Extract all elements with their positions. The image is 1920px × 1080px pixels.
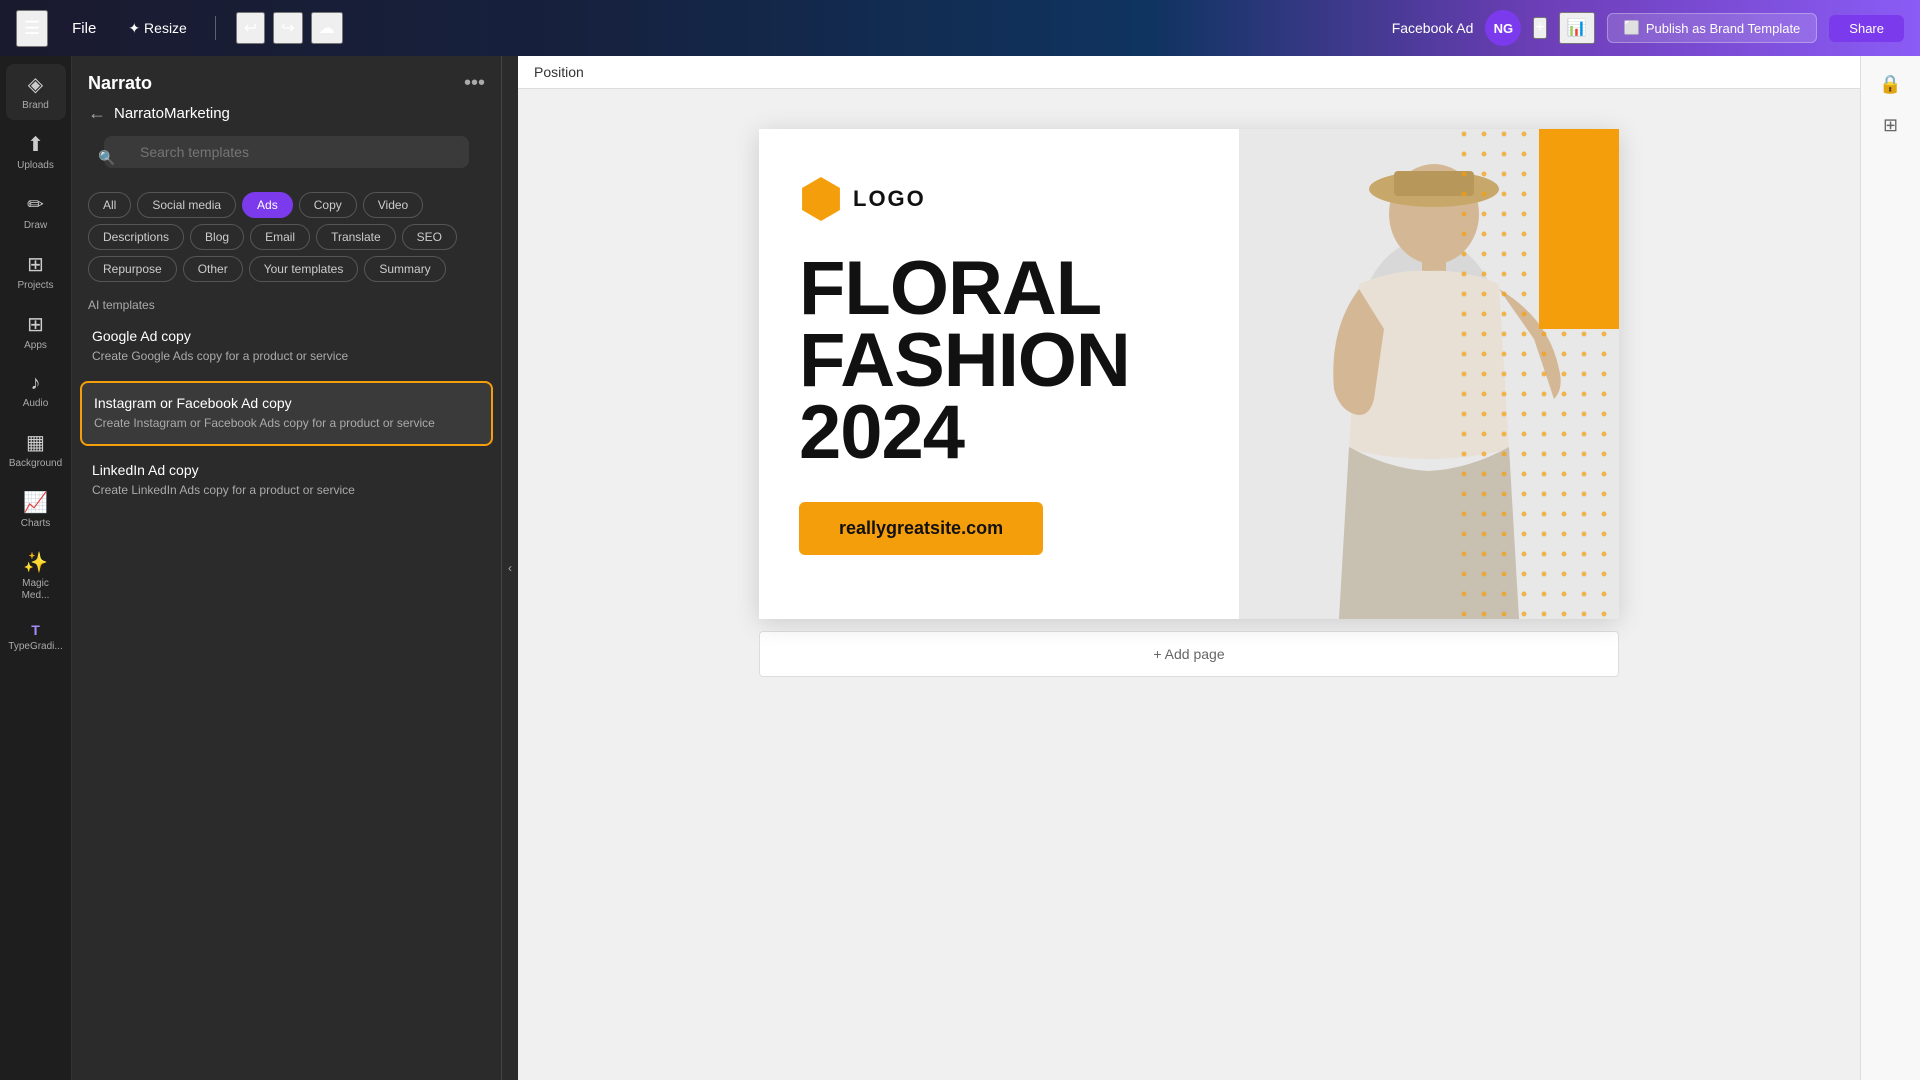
topbar-divider bbox=[215, 16, 216, 40]
redo-button[interactable]: ↪ bbox=[273, 12, 302, 44]
topbar: ☰ File ✦ Resize ↩ ↪ ☁ Facebook Ad NG + 📊… bbox=[0, 0, 1920, 56]
main-area: ◈ Brand ⬆ Uploads ✏ Draw ⊞ Projects ⊞ Ap… bbox=[0, 56, 1920, 1080]
sidebar-collapse-button[interactable]: ‹ bbox=[502, 56, 518, 1080]
template-title: Google Ad copy bbox=[92, 328, 481, 344]
filter-other[interactable]: Other bbox=[183, 256, 243, 282]
filter-ads[interactable]: Ads bbox=[242, 192, 293, 218]
template-title: Instagram or Facebook Ad copy bbox=[94, 395, 479, 411]
panel-header: Narrato ••• bbox=[72, 56, 501, 103]
projects-icon: ⊞ bbox=[27, 252, 44, 277]
sidebar-item-typegrad[interactable]: T TypeGradi... bbox=[6, 614, 66, 661]
panel-back-button[interactable]: ← bbox=[88, 103, 106, 124]
canvas-headline: FLORAL FASHION 2024 bbox=[799, 253, 1199, 470]
publish-brand-template-button[interactable]: ⬜ Publish as Brand Template bbox=[1607, 13, 1818, 43]
sidebar-item-magic-med[interactable]: ✨ Magic Med... bbox=[6, 542, 66, 610]
add-collaborator-button[interactable]: + bbox=[1533, 17, 1546, 39]
template-title: LinkedIn Ad copy bbox=[92, 462, 481, 478]
panel-title: Narrato bbox=[88, 73, 152, 94]
filter-repurpose[interactable]: Repurpose bbox=[88, 256, 177, 282]
menu-icon[interactable]: ☰ bbox=[16, 10, 48, 47]
sidebar-item-audio[interactable]: ♪ Audio bbox=[6, 364, 66, 418]
orange-accent-rect bbox=[1539, 129, 1619, 329]
magic-med-icon: ✨ bbox=[23, 550, 48, 575]
filter-translate[interactable]: Translate bbox=[316, 224, 396, 250]
share-button[interactable]: Share bbox=[1829, 15, 1904, 42]
uploads-icon: ⬆ bbox=[27, 132, 44, 157]
filter-copy[interactable]: Copy bbox=[299, 192, 357, 218]
canvas-left-content: LOGO FLORAL FASHION 2024 reallygreatsite… bbox=[759, 129, 1239, 619]
audio-icon: ♪ bbox=[31, 372, 41, 395]
canvas-position-label: Position bbox=[534, 64, 584, 80]
topbar-right: Facebook Ad NG + 📊 ⬜ Publish as Brand Te… bbox=[1392, 10, 1904, 46]
template-desc: Create Google Ads copy for a product or … bbox=[92, 348, 481, 365]
logo-text: LOGO bbox=[853, 186, 926, 212]
canvas-page[interactable]: LOGO FLORAL FASHION 2024 reallygreatsite… bbox=[759, 129, 1619, 619]
sidebar-item-draw[interactable]: ✏ Draw bbox=[6, 184, 66, 240]
search-icon: 🔍 bbox=[98, 150, 115, 167]
nav-icons: ↩ ↪ ☁ bbox=[236, 12, 343, 44]
canvas-type-label: Facebook Ad bbox=[1392, 20, 1474, 36]
template-google-ad-copy[interactable]: Google Ad copy Create Google Ads copy fo… bbox=[80, 316, 493, 377]
resize-button[interactable]: ✦ Resize bbox=[120, 16, 195, 41]
avatar[interactable]: NG bbox=[1485, 10, 1521, 46]
filter-social-media[interactable]: Social media bbox=[137, 192, 236, 218]
filter-blog[interactable]: Blog bbox=[190, 224, 244, 250]
sidebar-item-brand[interactable]: ◈ Brand bbox=[6, 64, 66, 120]
typegrad-icon: T bbox=[31, 622, 40, 638]
filter-seo[interactable]: SEO bbox=[402, 224, 457, 250]
sidebar-item-apps[interactable]: ⊞ Apps bbox=[6, 304, 66, 360]
template-list: Google Ad copy Create Google Ads copy fo… bbox=[72, 316, 501, 1080]
undo-button[interactable]: ↩ bbox=[236, 12, 265, 44]
filter-tags: All Social media Ads Copy Video Descript… bbox=[72, 192, 501, 290]
lock-icon[interactable]: 🔒 bbox=[1873, 68, 1907, 101]
icon-sidebar: ◈ Brand ⬆ Uploads ✏ Draw ⊞ Projects ⊞ Ap… bbox=[0, 56, 72, 1080]
apps-icon: ⊞ bbox=[27, 312, 44, 337]
panel-back: ← NarratoMarketing bbox=[72, 103, 501, 136]
draw-icon: ✏ bbox=[27, 192, 44, 217]
template-instagram-facebook-ad[interactable]: Instagram or Facebook Ad copy Create Ins… bbox=[80, 381, 493, 446]
add-page-button[interactable]: + Add page bbox=[759, 631, 1619, 677]
search-wrap: 🔍 bbox=[88, 136, 485, 180]
filter-summary[interactable]: Summary bbox=[364, 256, 445, 282]
canvas-cta-button[interactable]: reallygreatsite.com bbox=[799, 502, 1043, 555]
sidebar-item-background[interactable]: ▦ Background bbox=[6, 422, 66, 478]
publish-icon: ⬜ bbox=[1624, 20, 1640, 36]
background-icon: ▦ bbox=[26, 430, 45, 455]
filter-descriptions[interactable]: Descriptions bbox=[88, 224, 184, 250]
template-desc: Create Instagram or Facebook Ads copy fo… bbox=[94, 415, 479, 432]
panel-section-title: NarratoMarketing bbox=[114, 105, 230, 122]
template-desc: Create LinkedIn Ads copy for a product o… bbox=[92, 482, 481, 499]
panel-more-button[interactable]: ••• bbox=[464, 72, 485, 95]
brand-icon: ◈ bbox=[28, 72, 43, 97]
ai-templates-label: AI templates bbox=[72, 290, 501, 316]
file-button[interactable]: File bbox=[64, 16, 104, 41]
canvas-right-image bbox=[1239, 129, 1619, 619]
cloud-save-button[interactable]: ☁ bbox=[311, 12, 343, 44]
sidebar-item-charts[interactable]: 📈 Charts bbox=[6, 482, 66, 538]
canvas-logo: LOGO bbox=[799, 177, 1199, 221]
charts-icon: 📈 bbox=[23, 490, 48, 515]
layers-icon[interactable]: ⊞ bbox=[1877, 109, 1904, 142]
filter-email[interactable]: Email bbox=[250, 224, 310, 250]
logo-hexagon bbox=[799, 177, 843, 221]
canvas-area: Position LOGO FLORAL FASHION 2024 bbox=[518, 56, 1860, 1080]
resize-icon: ✦ bbox=[128, 20, 140, 37]
template-linkedin-ad-copy[interactable]: LinkedIn Ad copy Create LinkedIn Ads cop… bbox=[80, 450, 493, 511]
filter-all[interactable]: All bbox=[88, 192, 131, 218]
filter-video[interactable]: Video bbox=[363, 192, 423, 218]
search-input[interactable] bbox=[104, 136, 469, 168]
sidebar-item-uploads[interactable]: ⬆ Uploads bbox=[6, 124, 66, 180]
canvas-toolbar: Position bbox=[518, 56, 1860, 89]
panel-sidebar: Narrato ••• ← NarratoMarketing 🔍 All Soc… bbox=[72, 56, 502, 1080]
filter-your-templates[interactable]: Your templates bbox=[249, 256, 359, 282]
stats-button[interactable]: 📊 bbox=[1559, 12, 1595, 44]
canvas-scroll[interactable]: LOGO FLORAL FASHION 2024 reallygreatsite… bbox=[518, 89, 1860, 1080]
right-panel: 🔒 ⊞ bbox=[1860, 56, 1920, 1080]
sidebar-item-projects[interactable]: ⊞ Projects bbox=[6, 244, 66, 300]
